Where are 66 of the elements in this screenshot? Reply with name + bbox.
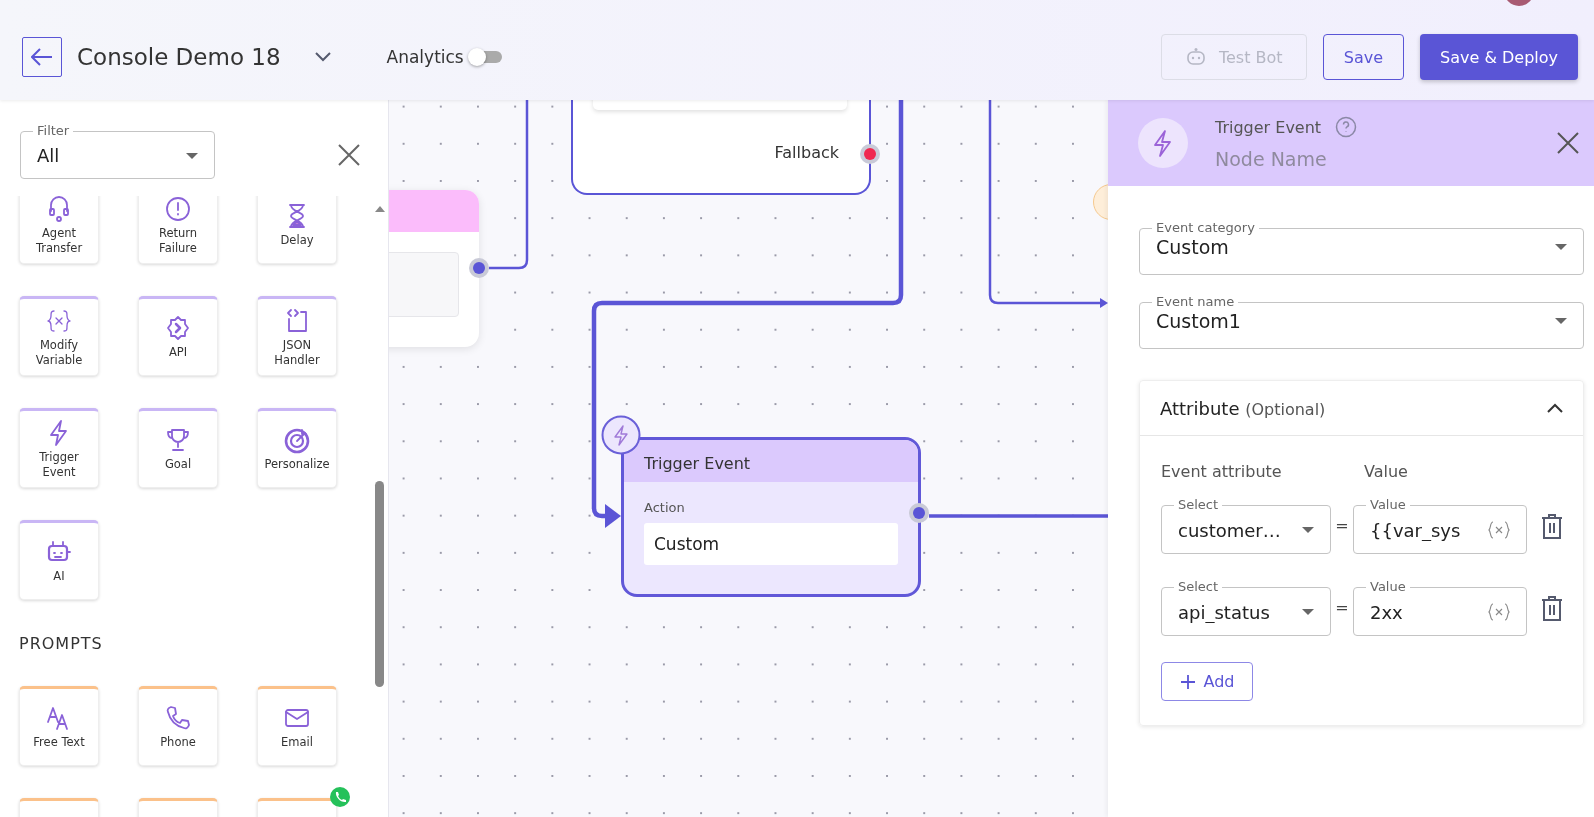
port-handle[interactable]: [909, 503, 929, 523]
attribute-select[interactable]: Select api_status: [1161, 579, 1331, 636]
value-input[interactable]: Value {{var_sys: [1353, 497, 1527, 554]
section-title: Attribute (Optional): [1160, 397, 1326, 419]
equals-sign: =: [1334, 516, 1350, 535]
column-label: Event attribute: [1161, 462, 1283, 481]
chevron-icon[interactable]: [1547, 403, 1563, 413]
add-button[interactable]: Add: [1161, 662, 1253, 701]
panel-title: Trigger Event: [1215, 117, 1322, 137]
port-handle[interactable]: [469, 258, 489, 278]
equals-sign: =: [1334, 598, 1350, 617]
node-tile[interactable]: Return Failure: [138, 196, 218, 264]
port-label: Fallback: [774, 143, 839, 162]
flow-node[interactable]: Fallback: [571, 100, 871, 195]
scrollbar-thumb[interactable]: [375, 481, 384, 687]
node-tile[interactable]: Trigger Event: [19, 408, 99, 488]
plus-icon: [1179, 673, 1196, 690]
section-heading: PROMPTS: [19, 634, 104, 654]
node-name-input[interactable]: Node Name: [1215, 148, 1455, 170]
column-label: Value: [1364, 462, 1408, 481]
help-icon[interactable]: [1335, 116, 1358, 138]
delete-icon[interactable]: [1541, 594, 1563, 621]
flow-node[interactable]: [389, 190, 479, 347]
node-tile[interactable]: AI: [19, 520, 99, 600]
close-icon[interactable]: [338, 144, 360, 166]
node-title: Trigger Event: [644, 453, 751, 473]
field-label: Action: [644, 500, 686, 515]
close-icon[interactable]: [1556, 131, 1580, 155]
lightning-icon: [1137, 117, 1189, 169]
gear-icon: [164, 314, 192, 342]
save-button[interactable]: Save: [1322, 34, 1405, 80]
phone-icon: [164, 704, 192, 732]
chevron-down-icon[interactable]: [314, 52, 331, 62]
delete-icon[interactable]: [1541, 512, 1563, 539]
flow-canvas[interactable]: Fallback Trigger Event Action Custom: [389, 100, 1108, 817]
dropdown-select[interactable]: Event category Custom: [1139, 220, 1584, 275]
analytics-label: Analytics: [386, 47, 464, 67]
filter-select[interactable]: Filter All: [20, 123, 215, 179]
node-tile[interactable]: Modify Variable: [19, 296, 99, 376]
trophy-icon: [164, 426, 192, 454]
port-handle[interactable]: [860, 144, 880, 164]
action-field[interactable]: Custom: [644, 523, 898, 565]
node-tile[interactable]: Personalize: [257, 408, 337, 488]
alert-icon: [164, 196, 192, 223]
analytics-toggle[interactable]: [471, 51, 502, 63]
node-tile[interactable]: Email: [257, 686, 337, 766]
variable-icon[interactable]: [1488, 603, 1510, 621]
robot-icon: [1184, 47, 1207, 67]
node-tile[interactable]: Agent Transfer: [19, 196, 99, 264]
node-tile[interactable]: Phone: [138, 686, 218, 766]
arrow-left-icon: [31, 48, 53, 66]
node-tile[interactable]: JSON Handler: [257, 296, 337, 376]
node-tile[interactable]: Goal: [138, 408, 218, 488]
dropdown-select[interactable]: Event name Custom1: [1139, 294, 1584, 349]
attribute-select[interactable]: Select customer…: [1161, 497, 1331, 554]
target-icon: [283, 426, 311, 454]
node-tile[interactable]: Delay: [257, 196, 337, 264]
variable-icon[interactable]: [1488, 521, 1510, 539]
bot-title: Console Demo 18: [77, 44, 281, 70]
lightning-icon: [601, 415, 641, 455]
trigger-event-node[interactable]: Trigger Event Action Custom: [621, 437, 921, 597]
value-input[interactable]: Value 2xx: [1353, 579, 1527, 636]
node-tile[interactable]: Free Text: [19, 686, 99, 766]
node-tile[interactable]: API: [138, 296, 218, 376]
deploy-button[interactable]: Save & Deploy: [1420, 34, 1578, 80]
back-button[interactable]: [22, 37, 62, 77]
